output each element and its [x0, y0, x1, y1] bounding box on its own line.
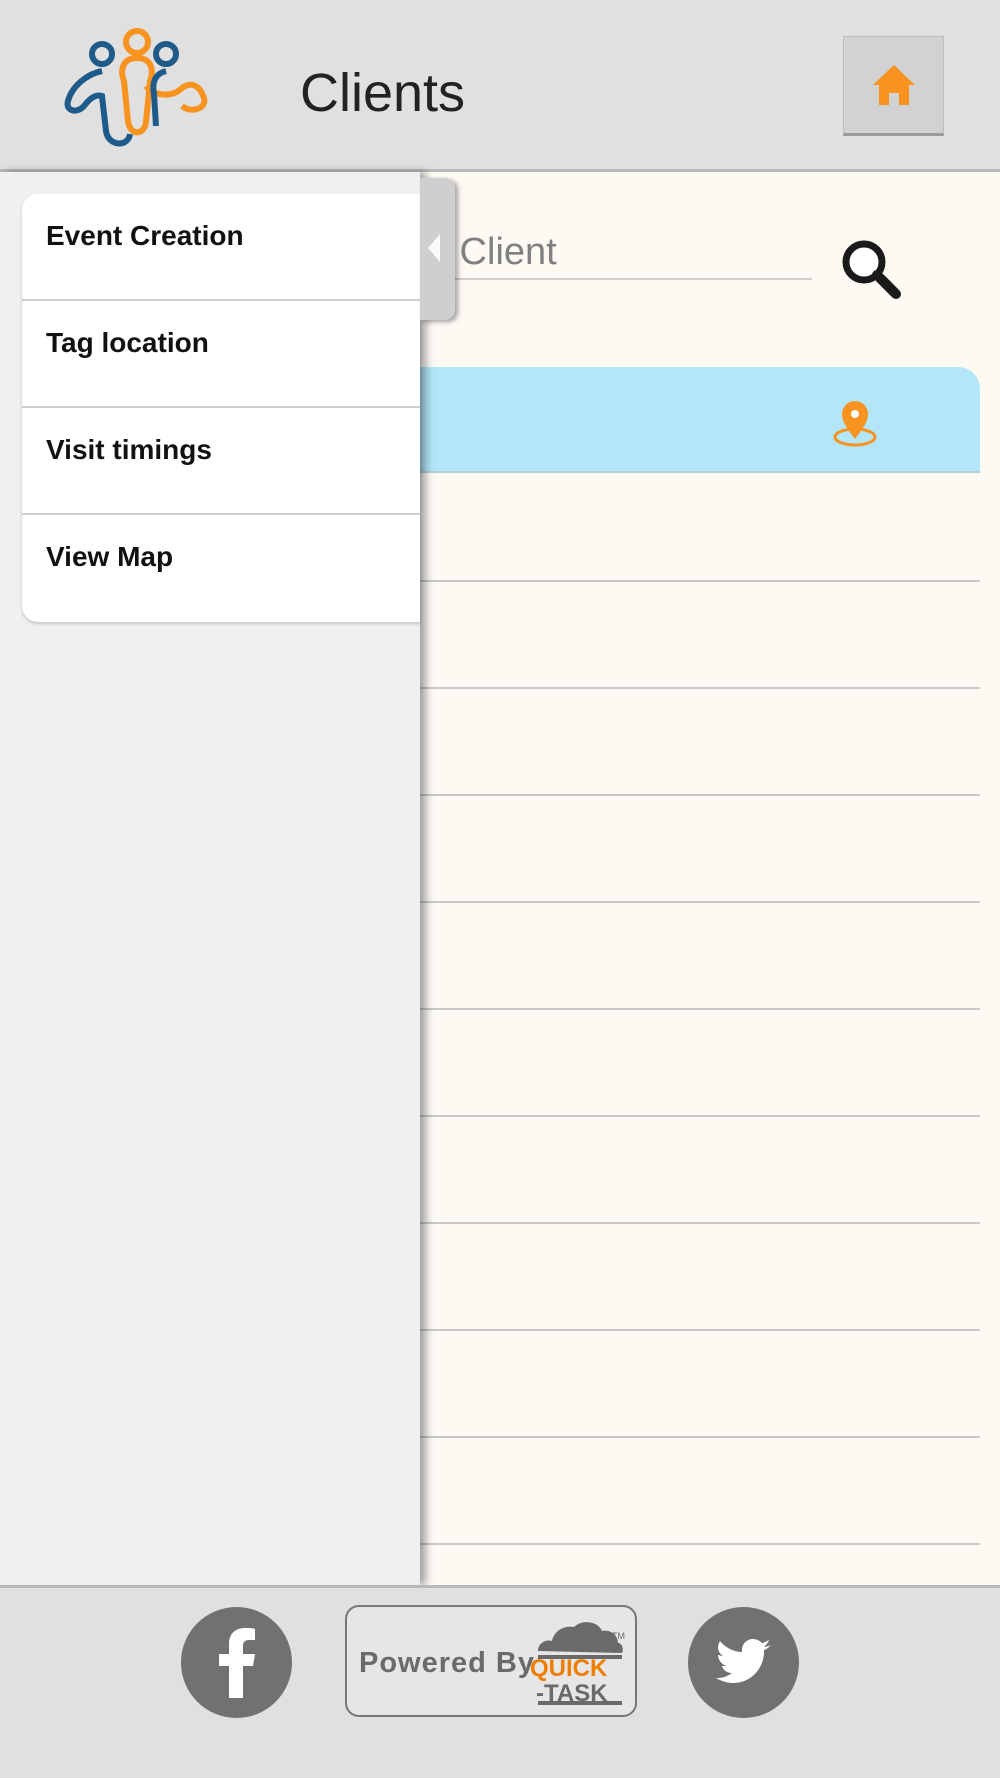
menu-item-view-map[interactable]: View Map — [22, 515, 420, 622]
menu-item-event-creation[interactable]: Event Creation — [22, 194, 420, 301]
app-logo-icon — [62, 26, 212, 151]
list-row[interactable] — [412, 475, 980, 582]
list-row[interactable] — [412, 689, 980, 796]
list-row[interactable] — [412, 1224, 980, 1331]
search-input[interactable]: y Client — [420, 231, 812, 280]
twitter-button[interactable] — [688, 1607, 799, 1718]
search-button[interactable] — [838, 236, 904, 302]
app-footer: Powered By TM QUICK -TASK — [0, 1585, 1000, 1778]
search-icon — [842, 240, 901, 299]
chevron-left-icon — [428, 234, 440, 262]
facebook-button[interactable] — [181, 1607, 292, 1718]
drawer-menu: Event Creation Tag location Visit timing… — [22, 194, 420, 622]
list-row[interactable] — [412, 1117, 980, 1224]
twitter-icon — [715, 1638, 771, 1683]
app-header: Clients — [0, 0, 1000, 172]
menu-item-tag-location[interactable]: Tag location — [22, 301, 420, 408]
list-row[interactable] — [412, 1331, 980, 1438]
brand-task: -TASK — [536, 1680, 608, 1707]
side-drawer: Event Creation Tag location Visit timing… — [0, 172, 420, 1585]
list-header — [412, 367, 980, 473]
page-title: Clients — [300, 63, 466, 123]
list-row[interactable] — [412, 796, 980, 903]
list-row[interactable] — [412, 1010, 980, 1117]
map-pin-icon[interactable] — [832, 399, 878, 452]
powered-by-text: Powered By — [359, 1647, 535, 1679]
powered-by-badge[interactable]: Powered By TM QUICK -TASK — [345, 1605, 637, 1717]
home-icon — [872, 65, 915, 105]
menu-item-visit-timings[interactable]: Visit timings — [22, 408, 420, 515]
drawer-toggle-button[interactable] — [420, 178, 455, 320]
list-row[interactable] — [412, 903, 980, 1010]
home-button[interactable] — [843, 36, 944, 136]
brand-quick: QUICK — [530, 1655, 608, 1682]
list-row[interactable] — [412, 1438, 980, 1545]
facebook-icon — [218, 1627, 255, 1698]
tm-mark: TM — [612, 1631, 625, 1641]
list-row[interactable] — [412, 582, 980, 689]
